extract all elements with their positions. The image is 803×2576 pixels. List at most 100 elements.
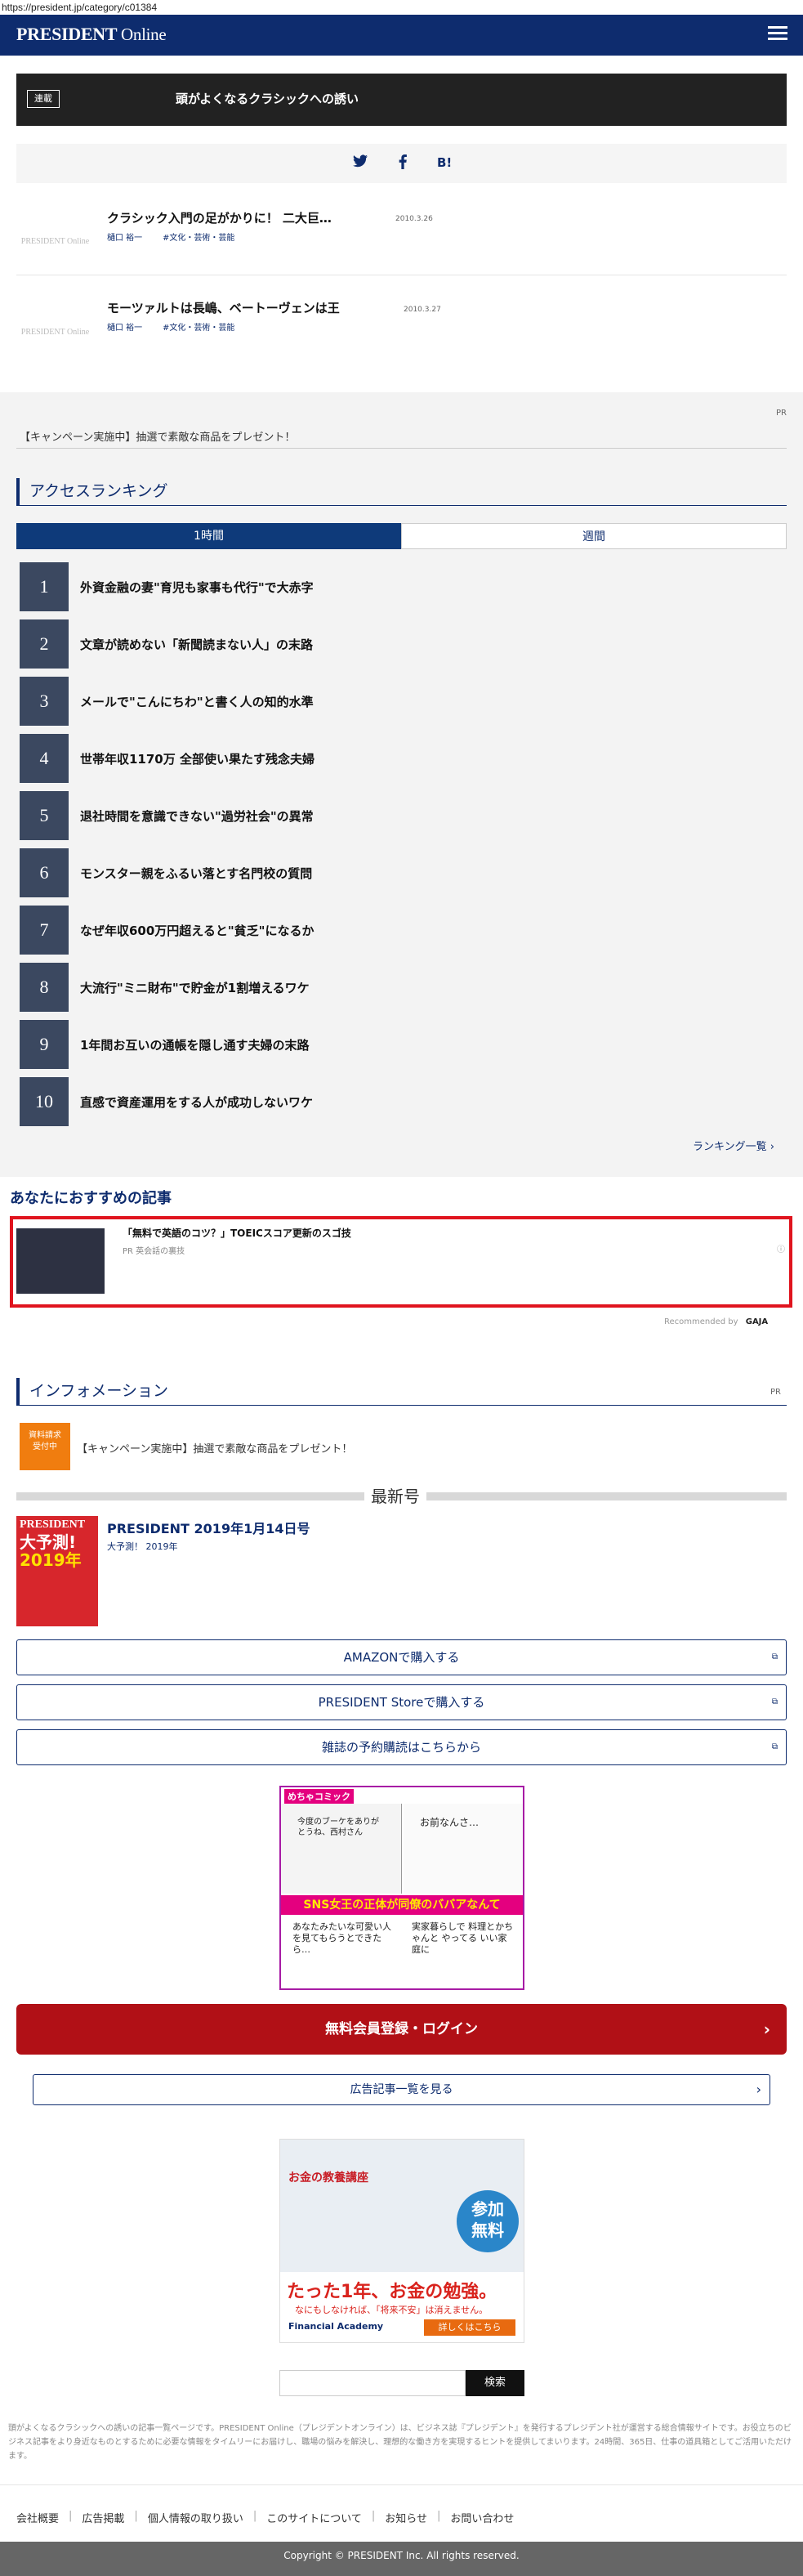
chevron-right-icon: › bbox=[763, 2019, 770, 2039]
series-banner bbox=[16, 74, 787, 126]
ranking-thumbnail[interactable]: 7 bbox=[20, 906, 69, 955]
facebook-icon[interactable] bbox=[398, 154, 408, 173]
ranking-title[interactable]: 退社時間を意識できない"過労社会"の異常 bbox=[80, 807, 314, 825]
ad-header: お金の教養講座 bbox=[288, 2171, 368, 2185]
twitter-icon[interactable] bbox=[353, 154, 368, 172]
free-badge-line: 参加 bbox=[471, 2199, 504, 2219]
comic-bubble: 今度のブーケをありがとうね、西村さん bbox=[297, 1818, 379, 1837]
ranking-thumbnail[interactable]: 10 bbox=[20, 1077, 69, 1126]
search-button[interactable]: 検索 bbox=[466, 2370, 524, 2396]
footer-separator: | bbox=[252, 2510, 257, 2522]
divider bbox=[0, 2484, 803, 2485]
ranking-title[interactable]: 大流行"ミニ財布"で貯金が1割増えるワケ bbox=[80, 979, 310, 996]
site-logo[interactable]: PRESIDENT Online bbox=[16, 24, 167, 45]
ranking-thumbnail[interactable]: 5 bbox=[20, 791, 69, 840]
footer-link[interactable]: お問い合わせ bbox=[450, 2510, 514, 2525]
latest-issue-label: 最新号 bbox=[364, 1483, 426, 1507]
logo-main: PRESIDENT bbox=[16, 24, 117, 44]
article-category[interactable]: #文化・芸術・芸能 bbox=[163, 230, 234, 243]
ranking-title[interactable]: 直感で資産運用をする人が成功しないワケ bbox=[80, 1093, 313, 1111]
cover-headline: 2019年 bbox=[20, 1550, 82, 1570]
tab-hourly[interactable]: 1時間 bbox=[16, 523, 401, 549]
footer-separator: | bbox=[134, 2510, 138, 2522]
ranking-heading: アクセスランキング bbox=[16, 478, 787, 506]
logo-sub: Online bbox=[121, 25, 167, 44]
ranking-number: 5 bbox=[39, 805, 49, 825]
subscription-label: 雑誌の予約購読はこちらから bbox=[321, 1740, 481, 1755]
campaign-link[interactable]: 【キャンペーン実施中】抽選で素敵な商品をプレゼント！ bbox=[20, 428, 295, 444]
article-author[interactable]: 樋口 裕一 bbox=[107, 230, 142, 243]
article-thumbnail[interactable]: PRESIDENT Online bbox=[16, 307, 94, 356]
address-bar[interactable]: https://president.jp/category/c01384 bbox=[0, 0, 803, 15]
series-tag: 連載 bbox=[27, 90, 60, 108]
ranking-title[interactable]: 文章が読めない「新聞読まない人」の末路 bbox=[80, 636, 313, 653]
ranking-thumbnail[interactable]: 1 bbox=[20, 562, 69, 611]
search-input[interactable] bbox=[279, 2370, 466, 2396]
comic-band: SNS女王の正体が同僚のババアなんて bbox=[281, 1895, 523, 1915]
comic-advertisement[interactable]: めちゃコミック 今度のブーケをありがとうね、西村さん お前なんさ… SNS女王の… bbox=[279, 1786, 524, 1990]
footer-link[interactable]: お知らせ bbox=[385, 2510, 427, 2525]
badge-line: 資料請求 bbox=[29, 1431, 61, 1440]
ranking-thumbnail[interactable]: 9 bbox=[20, 1020, 69, 1069]
external-link-icon: ⧉ bbox=[771, 1742, 778, 1751]
info-icon[interactable]: ⓘ bbox=[777, 1242, 785, 1254]
register-login-label: 無料会員登録・ログイン bbox=[325, 2021, 478, 2037]
buy-amazon-label: AMAZONで購入する bbox=[343, 1650, 460, 1665]
external-link-icon: ⧉ bbox=[771, 1652, 778, 1661]
hatena-icon[interactable]: B! bbox=[437, 155, 452, 170]
buy-store-button[interactable]: PRESIDENT Storeで購入する ⧉ bbox=[16, 1684, 787, 1720]
ranking-title[interactable]: 世帯年収1170万 全部使い果たす残念夫婦 bbox=[80, 750, 315, 767]
chevron-right-icon: › bbox=[770, 1141, 774, 1153]
ranking-title[interactable]: 外資金融の妻"育児も家事も代行"で大赤字 bbox=[80, 579, 314, 596]
article-title[interactable]: クラシック入門の足がかりに！ 二大巨… bbox=[107, 209, 332, 226]
gaja-logo: GAJA bbox=[745, 1317, 769, 1326]
issue-subtitle: 大予測！ 2019年 bbox=[107, 1541, 178, 1552]
ranking-title[interactable]: メールで"こんにちわ"と書く人の知的水準 bbox=[80, 693, 314, 710]
copyright-bar: Copyright © PRESIDENT Inc. All rights re… bbox=[0, 2542, 803, 2576]
ranking-thumbnail[interactable]: 6 bbox=[20, 848, 69, 897]
ranking-thumbnail[interactable]: 4 bbox=[20, 734, 69, 783]
article-title[interactable]: モーツァルトは長嶋、ベートーヴェンは王 bbox=[107, 299, 340, 316]
footer-link[interactable]: 広告掲載 bbox=[82, 2510, 124, 2525]
footer-link[interactable]: このサイトについて bbox=[266, 2510, 362, 2525]
pr-label: PR bbox=[776, 409, 787, 418]
hamburger-icon[interactable] bbox=[768, 26, 787, 41]
ranking-thumbnail[interactable]: 2 bbox=[20, 619, 69, 669]
comic-bubble: お前なんさ… bbox=[420, 1817, 480, 1828]
ranking-number: 6 bbox=[39, 862, 49, 883]
register-login-button[interactable]: 無料会員登録・ログイン › bbox=[16, 2004, 787, 2055]
ranking-thumbnail[interactable]: 3 bbox=[20, 677, 69, 726]
footer-separator: | bbox=[436, 2510, 441, 2522]
ranking-title[interactable]: 1年間お互いの通帳を隠し通す夫婦の末路 bbox=[80, 1036, 309, 1053]
article-author[interactable]: 樋口 裕一 bbox=[107, 320, 142, 333]
information-link[interactable]: 【キャンペーン実施中】抽選で素敵な商品をプレゼント！ bbox=[77, 1440, 352, 1456]
recommended-by: Recommended by GAJA bbox=[664, 1317, 768, 1326]
recommended-title[interactable]: 「無料で英語のコツ？」TOEICスコア更新のスゴ技 bbox=[123, 1226, 351, 1240]
ranking-title[interactable]: モンスター親をふるい落とす名門校の質問 bbox=[80, 865, 312, 882]
document-request-badge[interactable]: 資料請求 受付中 bbox=[20, 1423, 70, 1470]
footer-separator: | bbox=[371, 2510, 376, 2522]
article-category[interactable]: #文化・芸術・芸能 bbox=[163, 320, 234, 333]
ranking-more-link[interactable]: ランキング一覧 › bbox=[693, 1138, 774, 1153]
finance-advertisement[interactable]: お金の教養講座 参加 無料 たった1年、お金の勉強。 なにもしなければ、「将来不… bbox=[279, 2139, 524, 2343]
footer-link[interactable]: 個人情報の取り扱い bbox=[148, 2510, 243, 2525]
ranking-number: 8 bbox=[39, 977, 49, 997]
tab-weekly[interactable]: 週間 bbox=[401, 523, 787, 549]
buy-amazon-button[interactable]: AMAZONで購入する ⧉ bbox=[16, 1639, 787, 1675]
footer-description: 頭がよくなるクラシックへの誘いの記事一覧ページです。PRESIDENT Onli… bbox=[8, 2424, 792, 2461]
comic-brand: めちゃコミック bbox=[284, 1789, 354, 1804]
ranking-thumbnail[interactable]: 8 bbox=[20, 963, 69, 1012]
article-thumbnail[interactable]: PRESIDENT Online bbox=[16, 217, 94, 266]
series-title: 頭がよくなるクラシックへの誘い bbox=[176, 92, 359, 106]
footer-link[interactable]: 会社概要 bbox=[16, 2510, 59, 2525]
ranking-number: 1 bbox=[39, 576, 49, 597]
ad-list-button[interactable]: 広告記事一覧を見る › bbox=[33, 2074, 770, 2105]
divider bbox=[16, 448, 787, 449]
free-badge-line: 無料 bbox=[471, 2220, 504, 2240]
issue-title[interactable]: PRESIDENT 2019年1月14日号 bbox=[107, 1518, 310, 1537]
recommended-heading: あなたにおすすめの記事 bbox=[10, 1190, 172, 1207]
magazine-cover[interactable]: PRESIDENT 大予測! 2019年 bbox=[16, 1516, 98, 1626]
ranking-title[interactable]: なぜ年収600万円超えると"貧乏"になるか bbox=[80, 922, 315, 939]
recommended-thumbnail[interactable] bbox=[16, 1228, 105, 1294]
subscription-button[interactable]: 雑誌の予約購読はこちらから ⧉ bbox=[16, 1729, 787, 1765]
